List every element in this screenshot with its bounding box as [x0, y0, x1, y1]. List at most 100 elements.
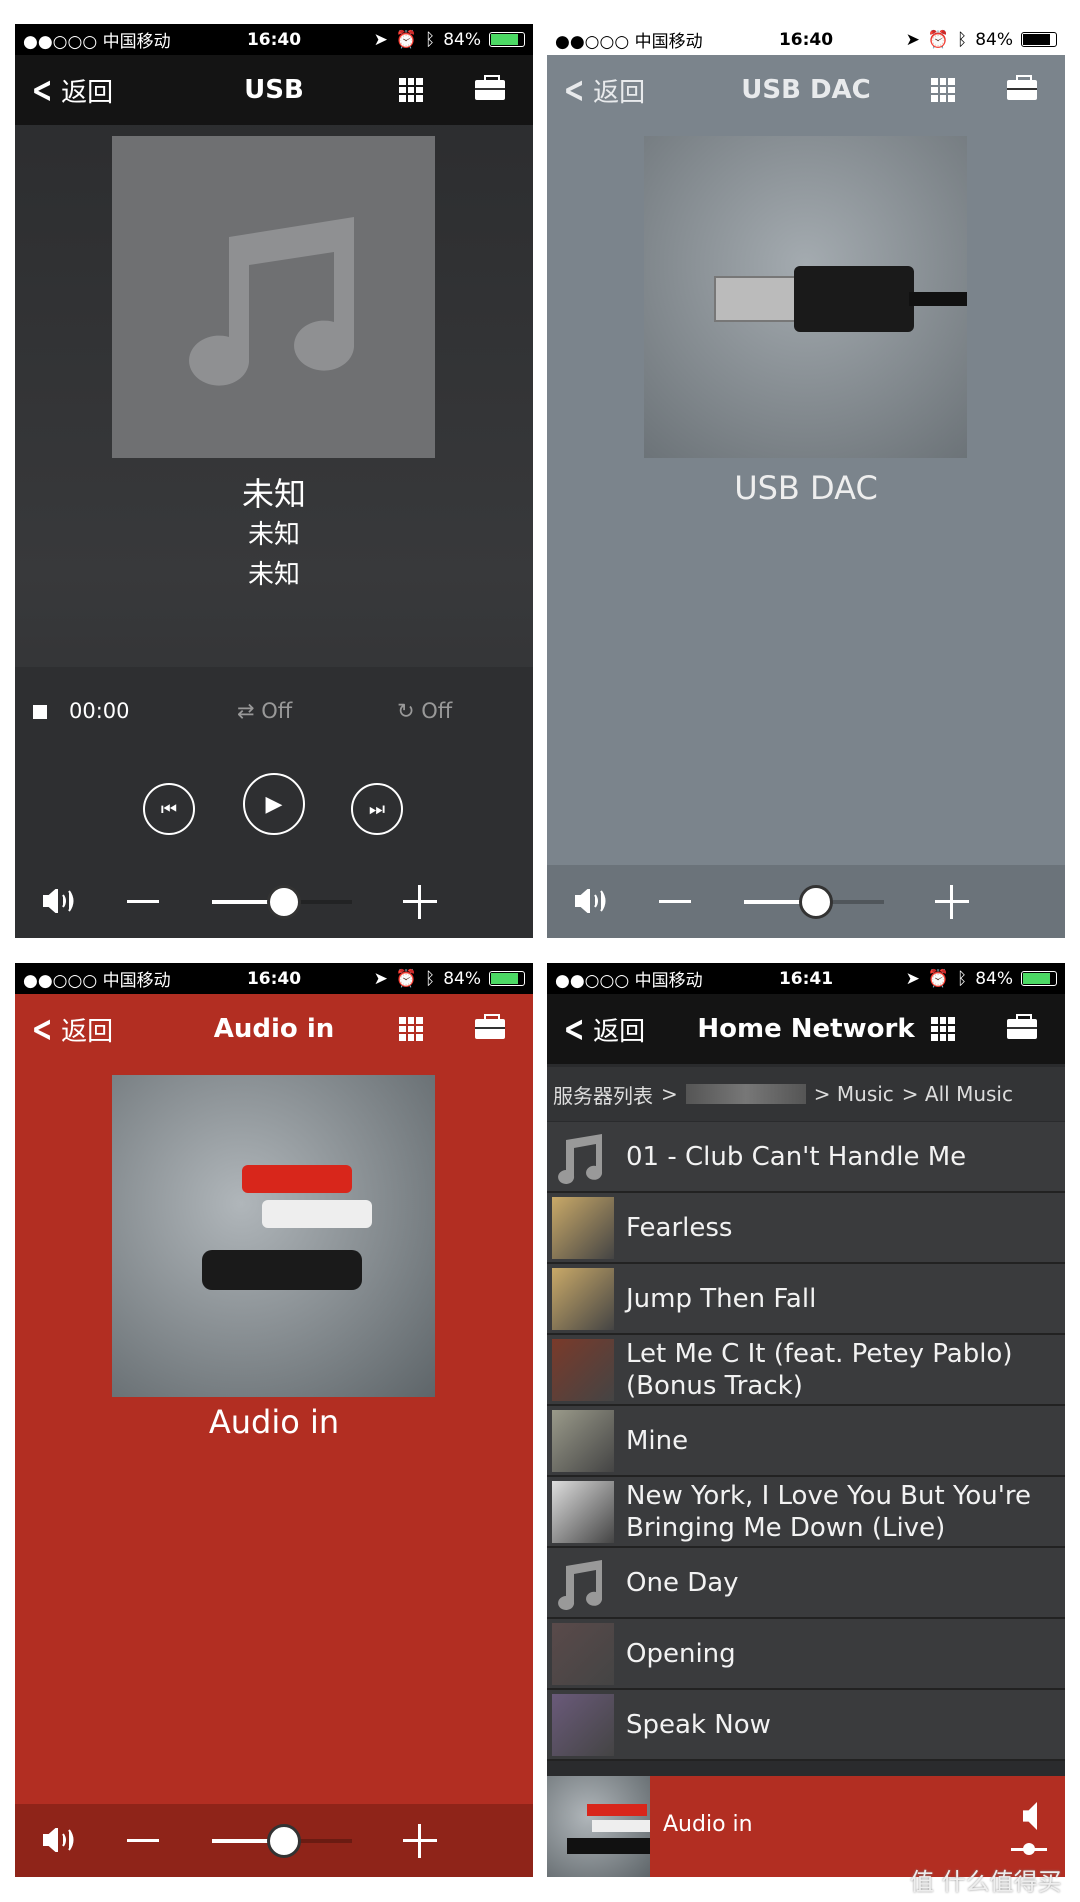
carrier: ●●○○○ 中国移动	[555, 971, 703, 991]
bluetooth-icon: ᛒ	[957, 29, 968, 50]
carrier: ●●○○○ 中国移动	[555, 32, 703, 52]
track-title: Speak Now	[626, 1709, 771, 1740]
volume-bar	[15, 865, 533, 938]
breadcrumb-server-list[interactable]: 服务器列表	[553, 1080, 653, 1109]
track-row[interactable]: 01 - Club Can't Handle Me	[547, 1122, 1065, 1193]
speaker-icon	[43, 1828, 74, 1852]
nav-bar: < 返回 USB DAC	[547, 55, 1065, 125]
track-title: One Day	[626, 1567, 739, 1598]
mini-volume-slider[interactable]	[1011, 1843, 1047, 1855]
track-title: Jump Then Fall	[626, 1283, 817, 1314]
track-album: 未知	[247, 560, 300, 590]
volume-down-button[interactable]	[127, 900, 159, 903]
battery-percent: 84%	[443, 968, 481, 989]
grid-icon[interactable]	[399, 78, 423, 102]
chevron-left-icon: <	[563, 1008, 585, 1050]
breadcrumb-music[interactable]: > Music	[814, 1082, 894, 1106]
track-row[interactable]: Let Me C It (feat. Petey Pablo) (Bonus T…	[547, 1335, 1065, 1406]
usb-dac-screen: ●●○○○ 中国移动 16:40 ➤ ⏰ ᛒ 84% < 返回 USB DAC USB …	[547, 24, 1065, 938]
toolbox-icon[interactable]	[1007, 1014, 1037, 1039]
watermark: 值 什么值得买	[910, 1868, 1062, 1896]
bluetooth-icon: ᛒ	[957, 968, 968, 989]
volume-down-button[interactable]	[659, 900, 691, 903]
shuffle-icon: ⇄	[237, 699, 262, 723]
location-icon: ➤	[905, 968, 920, 989]
usb-cable-image	[644, 136, 967, 458]
toolbox-icon[interactable]	[475, 75, 505, 100]
play-button[interactable]: ▶	[243, 773, 305, 835]
elapsed-time: 00:00	[69, 699, 130, 723]
back-button[interactable]: < 返回	[27, 1008, 114, 1050]
nav-bar: < 返回 Home Network	[547, 994, 1065, 1064]
volume-bar	[547, 865, 1065, 938]
track-title: Let Me C It (feat. Petey Pablo) (Bonus T…	[626, 1338, 1013, 1401]
breadcrumb-all-music[interactable]: > All Music	[902, 1082, 1013, 1106]
location-icon: ➤	[905, 29, 920, 50]
track-title: Fearless	[626, 1212, 733, 1243]
volume-up-button[interactable]	[403, 1824, 437, 1858]
bluetooth-icon: ᛒ	[425, 968, 436, 989]
album-art-thumb	[552, 1338, 614, 1401]
volume-knob[interactable]	[267, 885, 301, 919]
back-label: 返回	[61, 77, 114, 108]
speaker-icon[interactable]	[1023, 1802, 1037, 1830]
track-row[interactable]: Speak Now	[547, 1690, 1065, 1761]
album-art-thumb	[552, 1196, 614, 1259]
volume-knob[interactable]	[799, 885, 833, 919]
battery-icon	[489, 32, 525, 47]
breadcrumb-server-redacted[interactable]	[685, 1084, 806, 1104]
album-art-thumb	[552, 1267, 614, 1330]
status-bar: ●●○○○ 中国移动 16:40 ➤ ⏰ ᛒ 84%	[15, 24, 533, 55]
track-row[interactable]: Fearless	[547, 1193, 1065, 1264]
status-bar: ●●○○○ 中国移动 16:41 ➤ ⏰ ᛒ 84%	[547, 963, 1065, 994]
toolbox-icon[interactable]	[475, 1014, 505, 1039]
volume-slider[interactable]	[212, 885, 352, 919]
track-row[interactable]: New York, I Love You But You're Bringing…	[547, 1477, 1065, 1548]
toolbox-icon[interactable]	[1007, 75, 1037, 100]
shuffle-toggle[interactable]: ⇄ Off	[237, 699, 292, 723]
volume-knob[interactable]	[267, 1824, 301, 1858]
alarm-icon: ⏰	[395, 968, 417, 989]
track-title: Mine	[626, 1425, 689, 1456]
volume-down-button[interactable]	[127, 1839, 159, 1842]
volume-up-button[interactable]	[935, 885, 969, 919]
volume-bar	[15, 1804, 533, 1877]
album-art-thumb	[552, 1622, 614, 1685]
grid-icon[interactable]	[931, 78, 955, 102]
breadcrumb-separator: >	[661, 1082, 678, 1106]
track-row[interactable]: Mine	[547, 1406, 1065, 1477]
alarm-icon: ⏰	[927, 29, 949, 50]
track-row[interactable]: One Day	[547, 1548, 1065, 1619]
previous-button[interactable]: ⏮	[143, 783, 195, 835]
previous-icon: ⏮	[160, 798, 178, 820]
volume-slider[interactable]	[744, 885, 884, 919]
track-row[interactable]: Jump Then Fall	[547, 1264, 1065, 1335]
back-button[interactable]: < 返回	[559, 69, 646, 111]
stop-icon[interactable]	[33, 705, 47, 719]
source-label: Audio in	[208, 1403, 340, 1441]
location-icon: ➤	[373, 29, 388, 50]
audio-in-screen: ●●○○○ 中国移动 16:40 ➤ ⏰ ᛒ 84% < 返回 Audio in Aud…	[15, 963, 533, 1877]
grid-icon[interactable]	[399, 1017, 423, 1041]
play-icon: ▶	[265, 791, 283, 817]
now-playing-title: Audio in	[663, 1812, 753, 1837]
grid-icon[interactable]	[931, 1017, 955, 1041]
track-row[interactable]: Opening	[547, 1619, 1065, 1690]
track-title: Opening	[626, 1638, 736, 1669]
track-title: 01 - Club Can't Handle Me	[626, 1141, 967, 1172]
chevron-left-icon: <	[563, 69, 585, 111]
speaker-icon	[575, 889, 606, 913]
battery-icon	[1021, 971, 1057, 986]
next-button[interactable]: ⏭	[351, 783, 403, 835]
album-art-thumb	[552, 1480, 614, 1543]
volume-slider[interactable]	[212, 1824, 352, 1858]
album-art-thumb	[552, 1693, 614, 1756]
chevron-left-icon: <	[31, 1008, 53, 1050]
back-button[interactable]: < 返回	[27, 70, 114, 111]
back-button[interactable]: < 返回	[559, 1008, 646, 1050]
music-note-icon	[552, 1126, 614, 1188]
home-network-screen: ●●○○○ 中国移动 16:41 ➤ ⏰ ᛒ 84% < 返回 Home Network…	[547, 963, 1065, 1877]
volume-up-button[interactable]	[403, 885, 437, 919]
repeat-toggle[interactable]: ↻ Off	[397, 699, 452, 723]
music-note-icon	[188, 217, 354, 386]
